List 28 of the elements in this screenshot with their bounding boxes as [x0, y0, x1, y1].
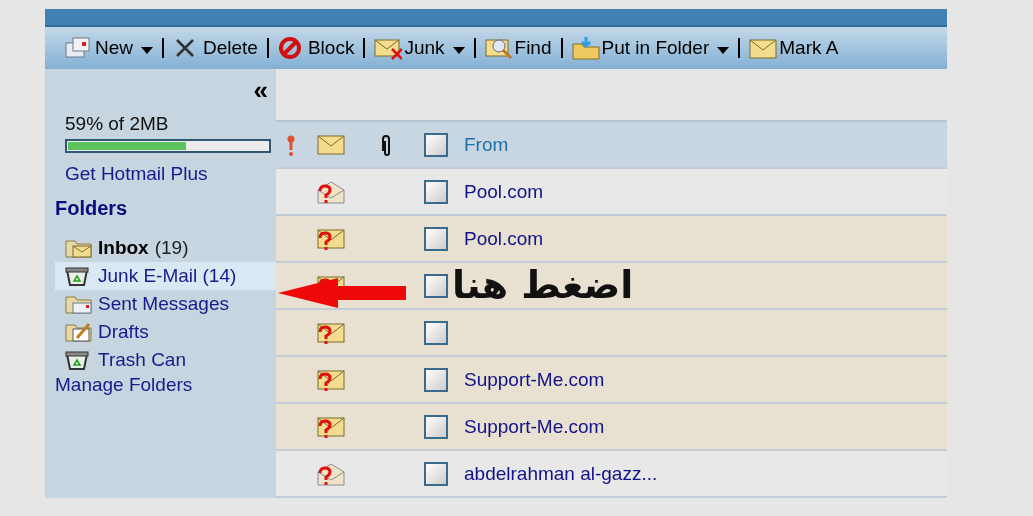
toolbar-button[interactable]: Mark A — [749, 35, 839, 62]
sender-name: abdelrahman al-gazz... — [464, 462, 658, 484]
sender-name: Pool.com — [464, 227, 544, 249]
folder-item[interactable]: Inbox (19) — [55, 234, 193, 262]
toolbar-button[interactable]: Delete — [173, 35, 258, 62]
annotation-label: اضغط هنا — [452, 263, 634, 307]
message-row[interactable]: Support-Me.com — [276, 404, 947, 451]
message-row[interactable]: اضغط هنا — [276, 263, 947, 310]
folder-item[interactable]: Junk E-Mail (14) — [55, 262, 279, 290]
toolbar-button[interactable]: Block — [277, 35, 355, 62]
folder-item[interactable]: Trash Can — [55, 346, 190, 374]
upgrade-link[interactable]: Get Hotmail Plus — [65, 163, 208, 185]
sender-name: Support-Me.com — [464, 415, 605, 437]
message-row[interactable]: Pool.com — [276, 216, 947, 263]
message-row[interactable]: Support-Me.com — [276, 357, 947, 404]
toolbar-button[interactable]: New — [65, 35, 133, 62]
toolbar-button[interactable]: Find — [484, 35, 552, 62]
manage-folders-link[interactable]: Manage Folders — [55, 374, 193, 396]
folders-heading: Folders — [55, 197, 129, 220]
folder-item[interactable]: Sent Messages — [55, 290, 233, 318]
column-header[interactable]: From — [464, 133, 509, 155]
toolbar-button[interactable]: Junk — [374, 35, 445, 62]
toolbar-button[interactable]: Put in Folder — [571, 35, 710, 62]
sender-name: Pool.com — [464, 180, 544, 202]
quota-text: 59% of 2MB — [65, 113, 170, 135]
sender-name: Support-Me.com — [464, 368, 605, 390]
collapse-button[interactable]: « — [253, 79, 268, 101]
folder-item[interactable]: Drafts — [55, 318, 153, 346]
